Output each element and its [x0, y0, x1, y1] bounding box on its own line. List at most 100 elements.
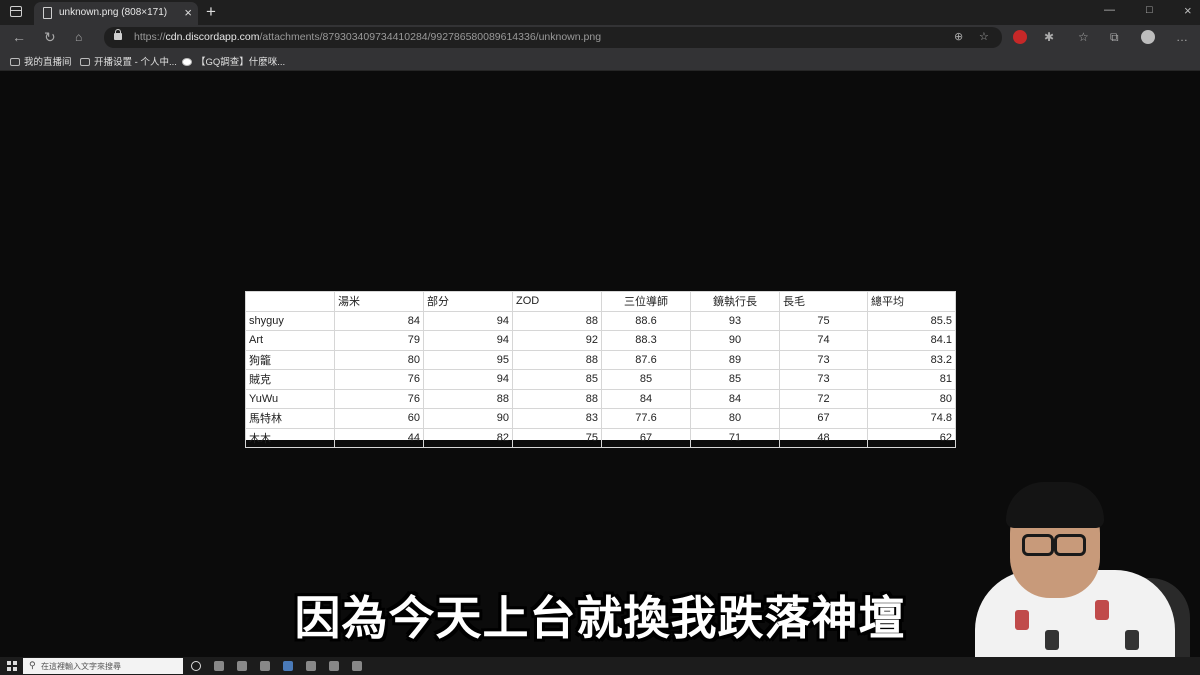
- folder-icon: [10, 58, 20, 66]
- minimize-button[interactable]: —: [1104, 4, 1115, 16]
- header-cell: 鏡執行長: [690, 291, 780, 312]
- taskbar-app-icon[interactable]: [214, 661, 224, 671]
- displayed-image[interactable]: 湯米 部分 ZOD 三位導師 鏡執行長 長毛 總平均 shyguy 84 94 …: [245, 291, 956, 448]
- table-row: 馬特林 60 90 83 77.6 80 67 74.8: [245, 408, 956, 429]
- name-cell: 木木: [245, 427, 335, 448]
- score-cell: 85: [690, 369, 780, 390]
- tab-actions-icon[interactable]: [10, 6, 22, 17]
- score-cell: 90: [423, 408, 513, 429]
- score-cell: 83: [512, 408, 602, 429]
- name-cell: shyguy: [245, 310, 335, 331]
- score-cell: 80: [867, 388, 956, 409]
- score-cell: 44: [334, 427, 424, 448]
- score-cell: 67: [779, 408, 868, 429]
- task-view-icon[interactable]: [191, 661, 201, 671]
- score-cell: 94: [423, 369, 513, 390]
- bookmark-item[interactable]: 我的直播间: [10, 54, 72, 68]
- table-row: 木木 44 82 75 67 71 48 62: [245, 427, 956, 448]
- home-icon[interactable]: ⌂: [75, 29, 82, 45]
- score-cell: 90: [690, 330, 780, 351]
- bookmark-item[interactable]: 开播设置 - 个人中...: [80, 54, 177, 68]
- score-cell: 94: [423, 310, 513, 331]
- back-arrow-icon[interactable]: ←: [12, 29, 26, 45]
- score-cell: 84: [690, 388, 780, 409]
- score-cell: 84: [601, 388, 691, 409]
- hair-shape: [1006, 482, 1104, 528]
- edge-browser-icon[interactable]: [283, 661, 293, 671]
- score-cell: 85: [512, 369, 602, 390]
- extensions-puzzle-icon[interactable]: ✱: [1044, 29, 1054, 45]
- score-cell: 67: [601, 427, 691, 448]
- more-menu-icon[interactable]: …: [1176, 29, 1188, 45]
- zoom-icon[interactable]: ⊕: [954, 30, 963, 43]
- score-cell: 73: [779, 369, 868, 390]
- score-cell: 88.3: [601, 330, 691, 351]
- score-cell: 75: [779, 310, 868, 331]
- lock-icon[interactable]: [114, 29, 122, 40]
- score-cell: 74: [779, 330, 868, 351]
- address-bar[interactable]: https://cdn.discordapp.com/attachments/8…: [104, 27, 1002, 48]
- taskbar-app-icon[interactable]: [260, 661, 270, 671]
- add-favorite-icon[interactable]: ☆: [979, 30, 989, 43]
- folder-icon: [80, 58, 90, 66]
- url-text[interactable]: https://cdn.discordapp.com/attachments/8…: [134, 31, 601, 43]
- table-header-row: 湯米 部分 ZOD 三位導師 鏡執行長 長毛 總平均: [245, 291, 956, 312]
- taskbar-app-icon[interactable]: [306, 661, 316, 671]
- bookmark-item[interactable]: 【GQ調查】什麼咪...: [182, 54, 285, 68]
- name-cell: 馬特林: [245, 408, 335, 429]
- profile-avatar[interactable]: [1141, 30, 1155, 44]
- taskbar: ⚲ 在這裡輸入文字來搜尋: [0, 657, 1200, 675]
- score-cell: 85: [601, 369, 691, 390]
- favorites-icon[interactable]: ☆: [1078, 29, 1089, 45]
- score-cell: 92: [512, 330, 602, 351]
- score-cell: 88.6: [601, 310, 691, 331]
- table-row: 狗籠 80 95 88 87.6 89 73 83.2: [245, 349, 956, 370]
- score-cell: 80: [334, 349, 424, 370]
- name-cell: Art: [245, 330, 335, 351]
- close-window-button[interactable]: ×: [1184, 3, 1192, 18]
- score-cell: 82: [423, 427, 513, 448]
- taskbar-app-icon[interactable]: [237, 661, 247, 671]
- score-cell: 79: [334, 330, 424, 351]
- table-row: Art 79 94 92 88.3 90 74 84.1: [245, 330, 956, 351]
- extension-icon[interactable]: [1013, 30, 1027, 44]
- taskbar-search[interactable]: ⚲ 在這裡輸入文字來搜尋: [23, 658, 183, 674]
- windows-start-icon[interactable]: [7, 661, 17, 671]
- table-row: shyguy 84 94 88 88.6 93 75 85.5: [245, 310, 956, 331]
- score-cell: 76: [334, 388, 424, 409]
- score-cell: 73: [779, 349, 868, 370]
- score-cell: 95: [423, 349, 513, 370]
- site-icon: [182, 58, 192, 66]
- score-cell: 87.6: [601, 349, 691, 370]
- score-cell: 76: [334, 369, 424, 390]
- search-icon: ⚲: [29, 660, 36, 670]
- name-cell: YuWu: [245, 388, 335, 409]
- name-cell: 狗籠: [245, 349, 335, 370]
- table-row: YuWu 76 88 88 84 84 72 80: [245, 388, 956, 409]
- score-cell: 60: [334, 408, 424, 429]
- header-cell: ZOD: [512, 291, 602, 312]
- maximize-button[interactable]: □: [1146, 4, 1153, 16]
- name-cell: 賊克: [245, 369, 335, 390]
- score-cell: 48: [779, 427, 868, 448]
- score-cell: 80: [690, 408, 780, 429]
- score-cell: 72: [779, 388, 868, 409]
- refresh-icon[interactable]: ↻: [44, 29, 56, 45]
- video-subtitle: 因為今天上台就換我跌落神壇: [294, 591, 906, 645]
- taskbar-app-icon[interactable]: [329, 661, 339, 671]
- tab-title: unknown.png (808×171): [59, 7, 168, 18]
- score-cell: 85.5: [867, 310, 956, 331]
- header-cell: 總平均: [867, 291, 956, 312]
- header-cell: 湯米: [334, 291, 424, 312]
- tab-active[interactable]: unknown.png (808×171) ×: [34, 2, 198, 25]
- collections-icon[interactable]: ⧉: [1110, 29, 1119, 45]
- score-cell: 93: [690, 310, 780, 331]
- taskbar-app-icon[interactable]: [352, 661, 362, 671]
- score-cell: 81: [867, 369, 956, 390]
- bookmarks-bar: 我的直播间 开播设置 - 个人中... 【GQ調查】什麼咪...: [0, 50, 1200, 71]
- score-cell: 62: [867, 427, 956, 448]
- tab-close-icon[interactable]: ×: [184, 5, 192, 21]
- score-cell: 77.6: [601, 408, 691, 429]
- new-tab-button[interactable]: +: [206, 2, 216, 22]
- header-cell: 部分: [423, 291, 513, 312]
